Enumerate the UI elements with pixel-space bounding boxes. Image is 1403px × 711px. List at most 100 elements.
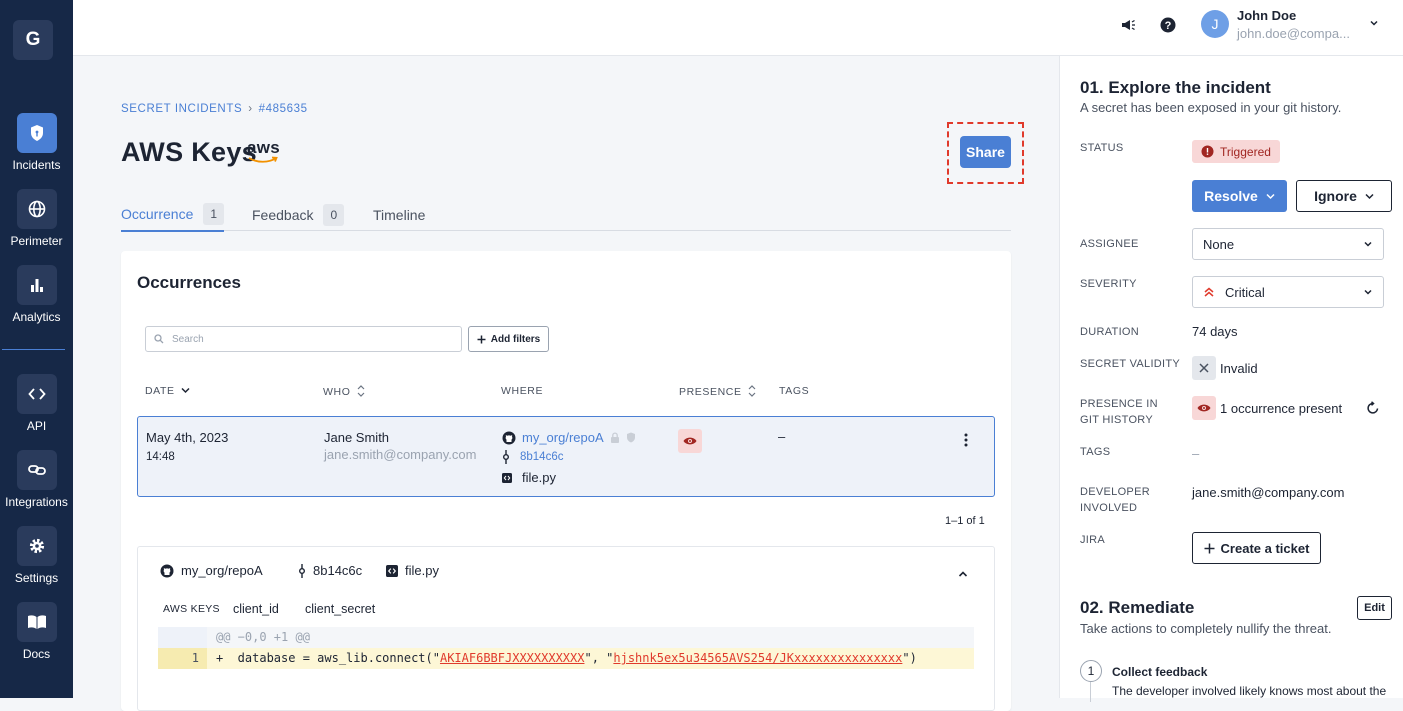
chevron-down-icon [1365, 193, 1374, 199]
severity-select[interactable]: Critical [1192, 276, 1384, 308]
github-icon [502, 431, 516, 444]
column-header-date[interactable]: DATE [145, 385, 190, 397]
tab-label: Occurrence [121, 205, 194, 222]
tags-value: – [1192, 446, 1200, 461]
duration-label: DURATION [1080, 326, 1140, 338]
add-filters-button[interactable]: Add filters [468, 326, 549, 352]
validity-label: SECRET VALIDITY [1080, 358, 1181, 370]
validity-value: Invalid [1220, 361, 1258, 376]
file-code-icon [386, 564, 398, 577]
commit-link[interactable]: 8b14c6c [520, 451, 563, 463]
invalid-x-icon [1192, 356, 1216, 380]
ignore-button[interactable]: Ignore [1296, 180, 1392, 212]
chevron-up-icon[interactable] [958, 565, 968, 583]
sidebar-item-settings[interactable]: Settings [0, 526, 73, 585]
status-badge: Triggered [1192, 140, 1280, 163]
detail-file-name[interactable]: file.py [405, 563, 439, 578]
sidebar-item-integrations[interactable]: Integrations [0, 450, 73, 509]
detail-commit: 8b14c6c [298, 563, 362, 578]
assignee-select[interactable]: None [1192, 228, 1384, 260]
step-text: The developer involved likely knows most… [1112, 684, 1387, 698]
sidebar-item-analytics[interactable]: Analytics [0, 265, 73, 324]
plus-icon [1204, 543, 1215, 553]
sidebar-item-incidents[interactable]: Incidents [0, 113, 73, 172]
developer-email: jane.smith@company.com [324, 447, 477, 462]
help-icon[interactable]: ? [1158, 15, 1178, 35]
key-tab-aws-keys[interactable]: AWS KEYS [163, 603, 220, 615]
create-ticket-button[interactable]: Create a ticket [1192, 532, 1321, 564]
detail-commit-hash[interactable]: 8b14c6c [313, 563, 362, 578]
table-row[interactable]: May 4th, 2023 14:48 Jane Smith jane.smit… [137, 416, 995, 497]
share-button[interactable]: Share [960, 136, 1011, 168]
search-placeholder: Search [172, 334, 204, 345]
breadcrumb-section-link[interactable]: SECRET INCIDENTS [121, 103, 242, 115]
sidebar-item-api[interactable]: API [0, 374, 73, 433]
detail-repo: my_org/repoA [160, 563, 263, 578]
column-header-who[interactable]: WHO [323, 385, 365, 398]
sidebar-item-label: Docs [22, 647, 51, 661]
tab-count: 0 [323, 203, 345, 226]
sidebar-item-label: Incidents [12, 158, 61, 172]
app-logo[interactable]: G [13, 20, 53, 60]
occurrence-detail: my_org/repoA 8b14c6c file.py AWS KEYS cl… [137, 546, 995, 711]
column-header-where: WHERE [501, 385, 544, 397]
incident-detail-panel: 01. Explore the incident A secret has be… [1059, 56, 1403, 702]
globe-icon [16, 189, 57, 229]
commit-icon [503, 450, 509, 464]
diff-header: @@ −0,0 +1 @@ [207, 627, 974, 648]
page-title: AWS Keys [121, 137, 257, 167]
chevron-down-icon [1266, 193, 1275, 199]
chevron-down-icon[interactable] [1369, 15, 1379, 33]
avatar[interactable]: J [1201, 10, 1229, 38]
remediate-subtitle: Take actions to completely nullify the t… [1080, 621, 1332, 636]
presence-eye-icon[interactable] [678, 429, 702, 453]
search-input[interactable]: Search [145, 326, 462, 352]
refresh-icon[interactable] [1366, 401, 1380, 420]
chevron-down-icon [1364, 289, 1372, 295]
secret-highlight[interactable]: AKIAF6BBFJXXXXXXXXXX [440, 651, 585, 665]
sidebar: G Incidents Perimeter Analytics API Inte… [0, 0, 73, 698]
sidebar-item-perimeter[interactable]: Perimeter [0, 189, 73, 248]
sidebar-item-docs[interactable]: Docs [0, 602, 73, 661]
developer-label: DEVELOPER INVOLVED [1080, 486, 1150, 514]
developer-name: Jane Smith [324, 430, 390, 445]
more-actions-icon[interactable] [964, 433, 968, 447]
presence-label: PRESENCE IN GIT HISTORY [1080, 398, 1158, 426]
secret-highlight[interactable]: hjshnk5ex5u34565AVS254/JKxxxxxxxxxxxxxxx [613, 651, 902, 665]
sidebar-item-label: Analytics [12, 310, 61, 324]
edit-button[interactable]: Edit [1357, 596, 1392, 620]
tab-occurrence[interactable]: Occurrence 1 [121, 200, 225, 232]
key-tab-client-id[interactable]: client_id [233, 602, 279, 616]
tab-bar: Occurrence 1 Feedback 0 Timeline [121, 198, 1011, 232]
sidebar-divider [2, 349, 65, 350]
presence-value: 1 occurrence present [1220, 401, 1343, 416]
assignee-label: ASSIGNEE [1080, 238, 1139, 250]
code-diff: @@ −0,0 +1 @@ 1 + database = aws_lib.con… [158, 627, 974, 669]
breadcrumb-incident-id[interactable]: #485635 [259, 103, 308, 115]
column-header-presence[interactable]: PRESENCE [679, 385, 756, 398]
step-connector [1090, 682, 1091, 702]
duration-value: 74 days [1192, 324, 1238, 339]
sidebar-item-label: API [26, 419, 47, 433]
key-tab-client-secret[interactable]: client_secret [305, 602, 375, 616]
severity-label: SEVERITY [1080, 278, 1137, 290]
detail-repo-name[interactable]: my_org/repoA [181, 563, 263, 578]
resolve-button[interactable]: Resolve [1192, 180, 1287, 212]
user-email: john.doe@compa... [1237, 26, 1350, 41]
column-header-tags: TAGS [779, 385, 810, 397]
sort-down-icon [181, 387, 190, 394]
tab-count: 1 [203, 202, 225, 225]
occurrences-title: Occurrences [137, 273, 241, 292]
repo-link[interactable]: my_org/repoA [522, 430, 604, 445]
tab-label: Timeline [373, 206, 426, 223]
announcement-icon[interactable] [1118, 15, 1138, 35]
tab-timeline[interactable]: Timeline [373, 200, 425, 229]
occurrence-date: May 4th, 2023 [146, 430, 229, 445]
plug-icon [16, 450, 57, 490]
step-title: Collect feedback [1112, 665, 1208, 679]
tab-feedback[interactable]: Feedback 0 [252, 200, 345, 229]
shield-off-icon [626, 432, 635, 443]
explore-title: 01. Explore the incident [1080, 78, 1271, 97]
breadcrumb: SECRET INCIDENTS › #485635 [121, 103, 308, 115]
developer-value: jane.smith@company.com [1192, 485, 1345, 500]
